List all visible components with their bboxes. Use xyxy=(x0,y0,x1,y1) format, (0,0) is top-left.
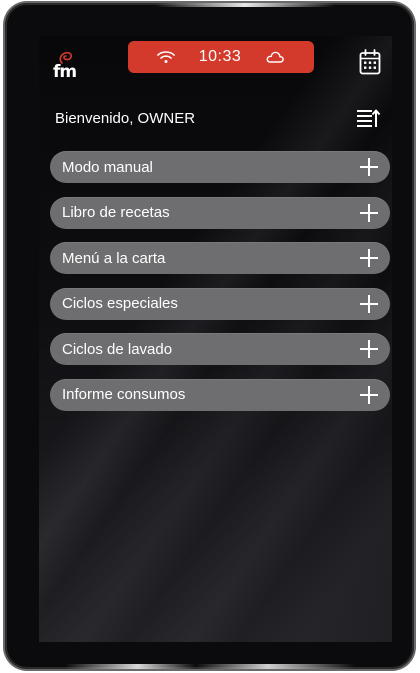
menu-item-ciclos-de-lavado[interactable]: Ciclos de lavado xyxy=(50,333,390,365)
menu-item-ciclos-especiales[interactable]: Ciclos especiales xyxy=(50,287,390,320)
plus-icon[interactable] xyxy=(360,340,378,358)
menu-item-modo-manual[interactable]: Modo manual xyxy=(50,151,390,183)
welcome-message: Bienvenido, OWNER xyxy=(55,110,196,127)
plus-icon[interactable] xyxy=(360,249,378,267)
calendar-icon[interactable] xyxy=(359,49,381,75)
logo-text: fm xyxy=(53,62,77,82)
menu-item-label: Informe consumos xyxy=(62,386,186,403)
plus-icon[interactable] xyxy=(360,385,378,404)
menu-item-label: Ciclos especiales xyxy=(62,295,178,312)
menu-item-label: Libro de recetas xyxy=(62,204,170,221)
frame-highlight-bottom xyxy=(65,664,355,669)
menu-item-menu-a-la-carta[interactable]: Menú a la carta xyxy=(50,242,390,274)
status-bar: 10:33 xyxy=(128,41,314,73)
main-menu: Modo manual Libro de recetas Menú a la c… xyxy=(50,151,390,424)
menu-item-label: Ciclos de lavado xyxy=(62,340,173,358)
cloud-icon xyxy=(266,51,285,63)
menu-item-label: Menú a la carta xyxy=(62,249,166,267)
frame-highlight-top xyxy=(155,3,335,7)
fm-logo: fm xyxy=(53,52,81,88)
menu-item-informe-consumos[interactable]: Informe consumos xyxy=(50,378,390,411)
wifi-icon xyxy=(156,51,175,63)
plus-icon[interactable] xyxy=(360,158,378,176)
plus-icon[interactable] xyxy=(360,294,378,313)
clock-time: 10:33 xyxy=(198,48,242,65)
menu-item-label: Modo manual xyxy=(62,158,153,176)
sort-list-icon[interactable] xyxy=(355,106,381,132)
menu-item-libro-de-recetas[interactable]: Libro de recetas xyxy=(50,196,390,229)
device-frame: fm 10:33 Bienvenido, OWNER Modo manual L… xyxy=(5,3,414,669)
screen: fm 10:33 Bienvenido, OWNER Modo manual L… xyxy=(39,36,392,642)
plus-icon[interactable] xyxy=(360,203,378,222)
